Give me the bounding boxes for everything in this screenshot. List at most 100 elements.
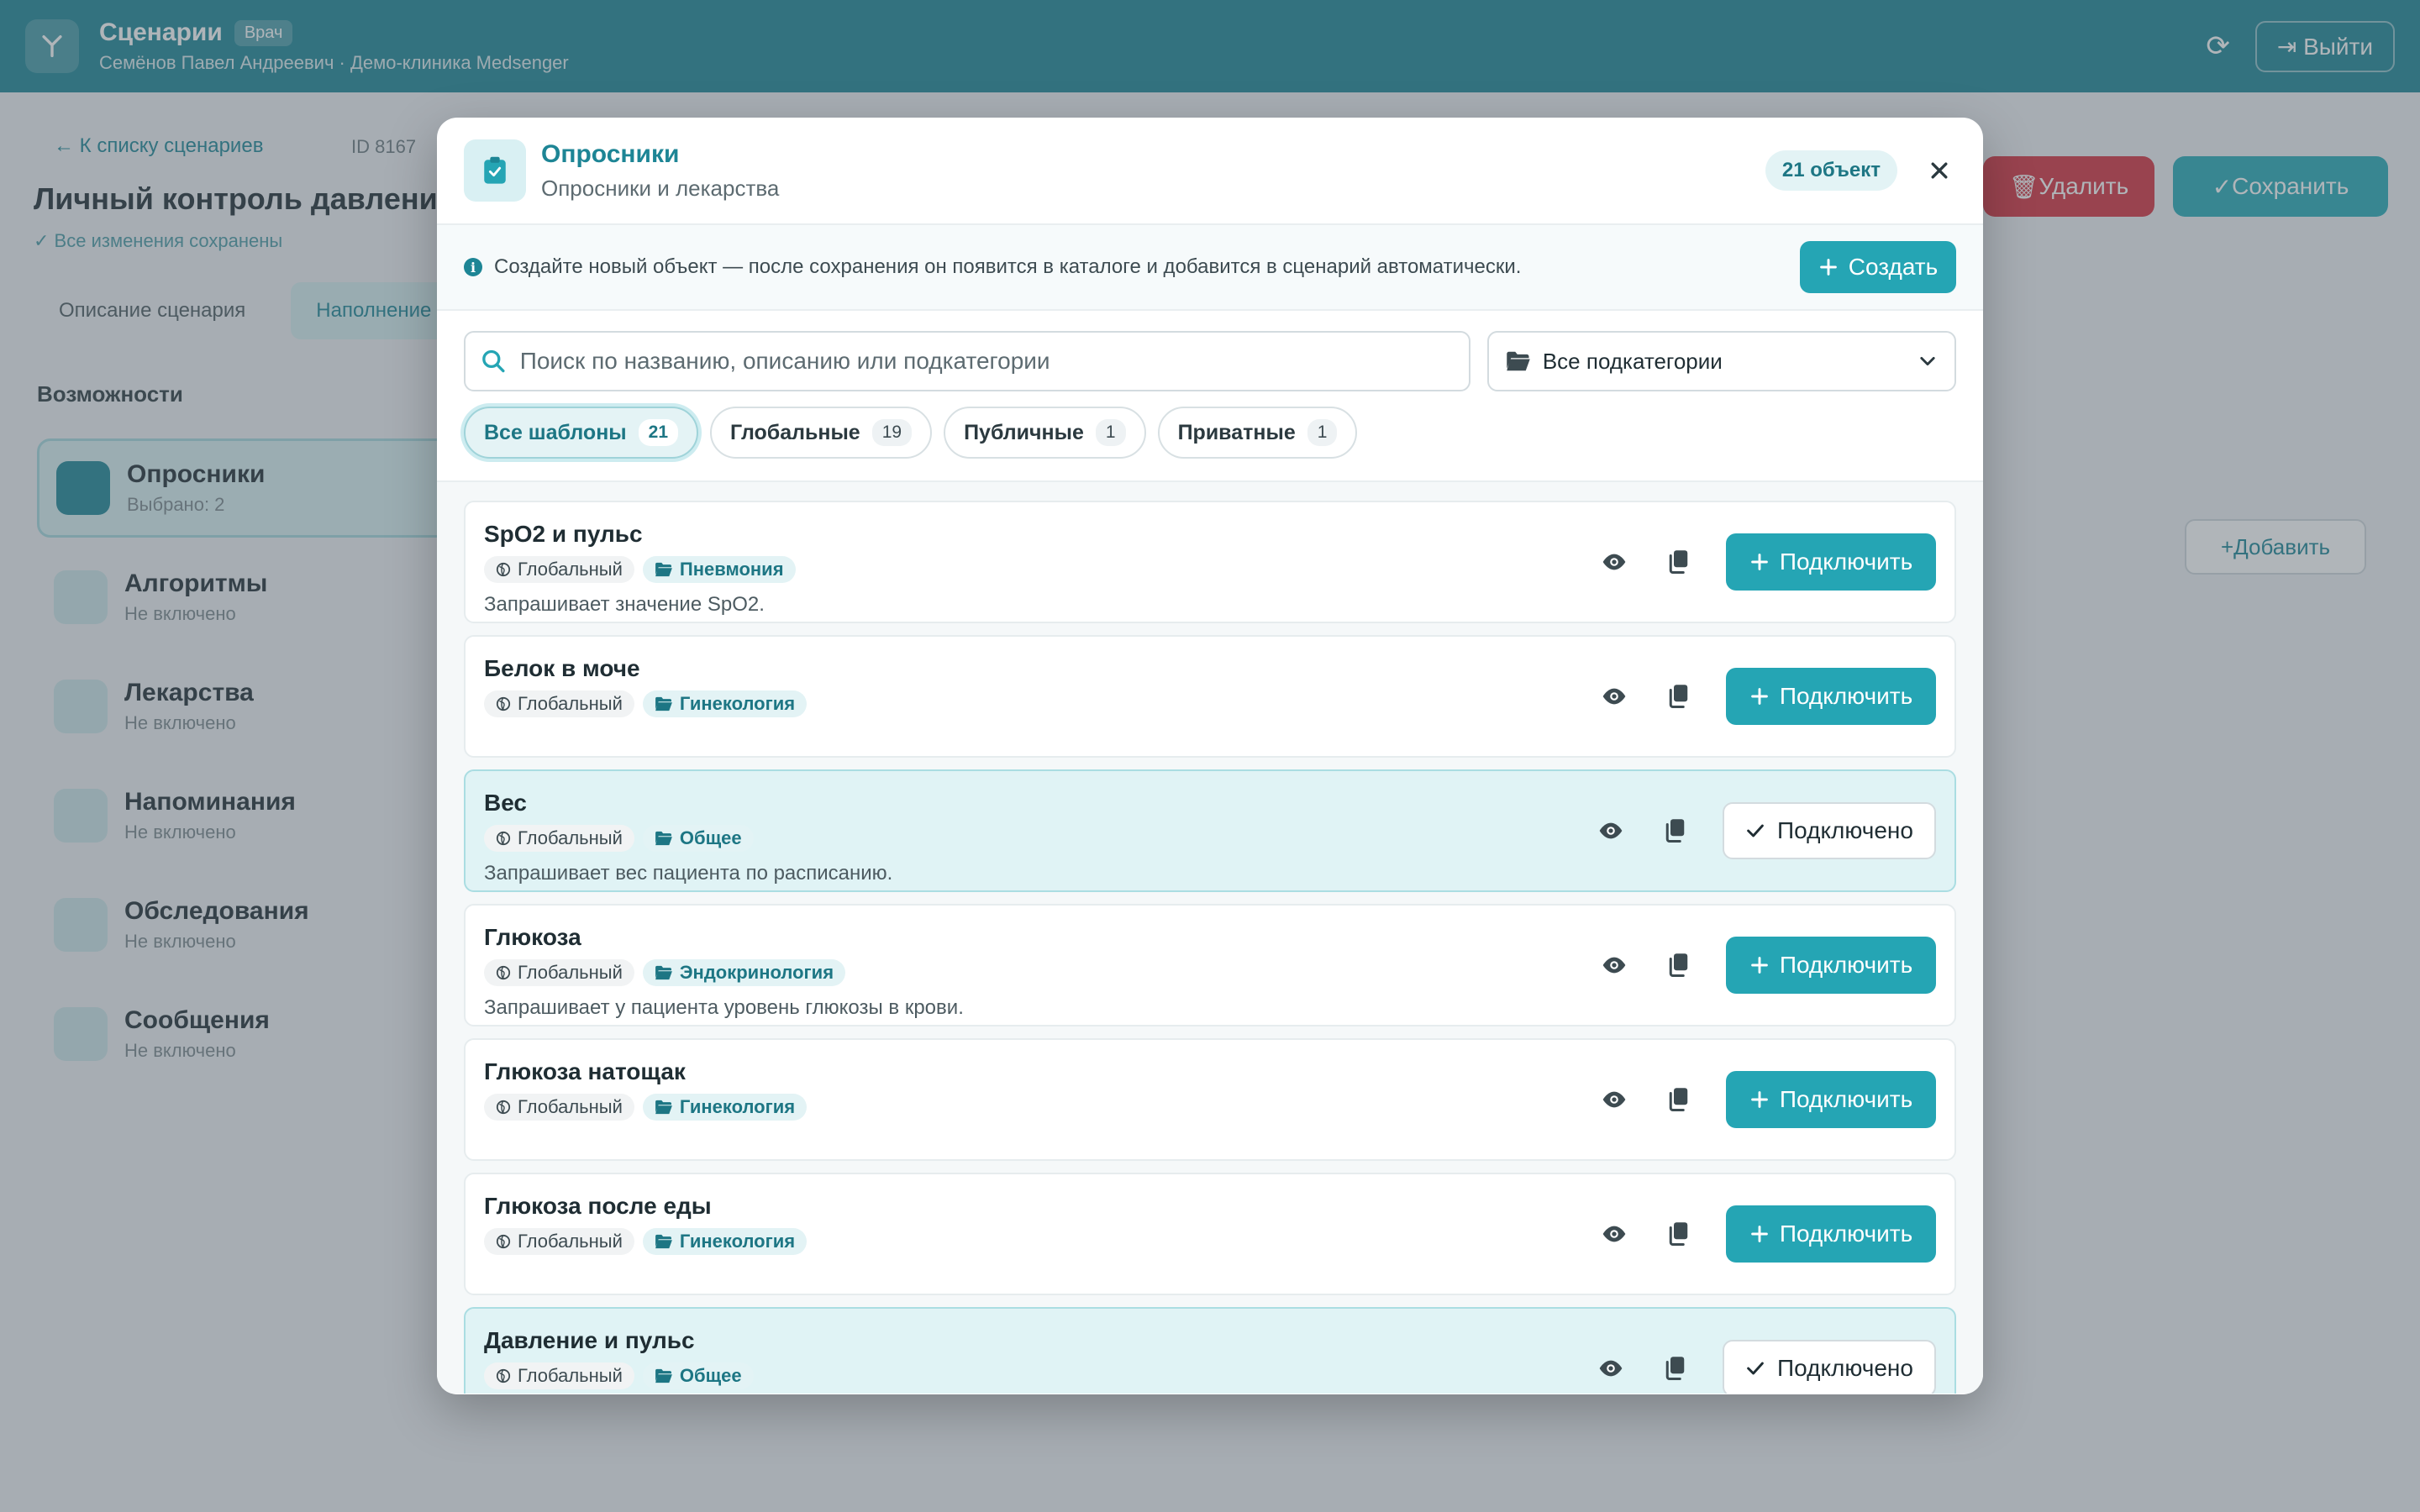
category-tag: Гинекология <box>642 1094 808 1121</box>
connect-label: Подключить <box>1779 952 1913 978</box>
copy-icon[interactable] <box>1659 1352 1691 1384</box>
chip-all-templates[interactable]: Все шаблоны 21 <box>464 407 699 459</box>
template-item-5: Глюкоза после еды Глобальный Гинекология <box>464 1173 1956 1295</box>
scope-tag: Глобальный <box>484 690 634 717</box>
connect-label: Подключить <box>1779 1086 1913 1112</box>
category-tag-label: Эндокринология <box>679 962 834 983</box>
close-icon[interactable] <box>1923 154 1956 187</box>
subcategory-select[interactable]: Все подкатегории <box>1486 331 1956 391</box>
globe-icon <box>496 1368 511 1383</box>
copy-icon[interactable] <box>1662 1218 1694 1250</box>
modal-header: Опросники Опросники и лекарства 21 объек… <box>437 118 1983 225</box>
eye-icon[interactable] <box>1598 680 1630 712</box>
connect-label: Подключить <box>1779 549 1913 575</box>
connect-button[interactable]: Подключить <box>1726 937 1936 994</box>
copy-icon[interactable] <box>1662 1084 1694 1116</box>
category-tag-label: Гинекология <box>679 693 796 714</box>
connect-label: Подключить <box>1779 1221 1913 1247</box>
chip-count: 21 <box>638 419 679 446</box>
chevron-down-icon <box>1920 356 1935 366</box>
globe-icon <box>496 1234 511 1249</box>
scope-tag: Глобальный <box>484 1362 634 1389</box>
search-box[interactable] <box>464 331 1470 391</box>
objects-count-badge: 21 объект <box>1765 150 1897 191</box>
category-tag-label: Общее <box>679 1365 742 1386</box>
plus-icon <box>1750 688 1768 705</box>
create-button[interactable]: Создать <box>1800 241 1956 293</box>
globe-icon <box>496 965 511 980</box>
plus-icon <box>1750 1226 1768 1242</box>
chip-private[interactable]: Приватные 1 <box>1157 407 1358 459</box>
folder-open-icon <box>655 1234 672 1249</box>
plus-icon <box>1750 554 1768 570</box>
eye-icon[interactable] <box>1598 1084 1630 1116</box>
template-item-1: Белок в моче Глобальный Гинекология Подк… <box>464 635 1956 758</box>
folder-open-icon <box>655 965 672 980</box>
category-tag-label: Пневмония <box>679 559 784 580</box>
connect-button[interactable]: Подключить <box>1726 533 1936 591</box>
connect-button[interactable]: Подключить <box>1726 1205 1936 1263</box>
scope-tag: Глобальный <box>484 556 634 583</box>
template-item-6: Давление и пульс Глобальный Общее Подклю… <box>464 1307 1956 1394</box>
scope-tag-label: Глобальный <box>518 1096 623 1117</box>
template-description: Запрашивает вес пациента по расписанию. <box>484 862 893 885</box>
scope-tag-label: Глобальный <box>518 827 623 848</box>
chip-global[interactable]: Глобальные 19 <box>710 407 933 459</box>
create-info-bar: i Создайте новый объект — после сохранен… <box>437 225 1983 311</box>
connected-label: Подключено <box>1777 1355 1913 1381</box>
category-tag: Гинекология <box>642 1228 808 1255</box>
template-name: Глюкоза после еды <box>484 1193 712 1219</box>
plus-icon <box>1750 957 1768 974</box>
category-tag: Гинекология <box>642 690 808 717</box>
folder-open-icon <box>655 1368 672 1383</box>
globe-icon <box>496 831 511 846</box>
globe-icon <box>496 696 511 711</box>
scope-tag: Глобальный <box>484 1094 634 1121</box>
scope-tag-label: Глобальный <box>518 1231 623 1252</box>
eye-icon[interactable] <box>1595 815 1627 847</box>
search-input[interactable] <box>519 348 1454 375</box>
connected-button[interactable]: Подключено <box>1723 1340 1936 1394</box>
globe-icon <box>496 562 511 577</box>
eye-icon[interactable] <box>1598 949 1630 981</box>
eye-icon[interactable] <box>1595 1352 1627 1384</box>
modal-title: Опросники <box>541 139 680 168</box>
connect-button[interactable]: Подключить <box>1726 1071 1936 1128</box>
chip-label: Глобальные <box>730 420 860 444</box>
create-label: Создать <box>1848 254 1939 280</box>
scope-tag: Глобальный <box>484 959 634 986</box>
category-tag-label: Гинекология <box>679 1096 796 1117</box>
eye-icon[interactable] <box>1598 1218 1630 1250</box>
template-item-0: SpO2 и пульс Глобальный Пневмония Запраш… <box>464 501 1956 623</box>
scope-tag-label: Глобальный <box>518 693 623 714</box>
category-tag: Пневмония <box>642 556 796 583</box>
scope-tag-label: Глобальный <box>518 559 623 580</box>
chip-count: 1 <box>1307 419 1338 446</box>
clipboard-check-icon <box>464 139 526 202</box>
globe-icon <box>496 1100 511 1115</box>
template-name: SpO2 и пульс <box>484 521 643 547</box>
folder-open-icon <box>655 696 672 711</box>
info-icon: i <box>464 258 482 276</box>
connected-button[interactable]: Подключено <box>1723 802 1936 859</box>
copy-icon[interactable] <box>1662 546 1694 578</box>
folder-open-icon <box>1507 351 1530 371</box>
folder-open-icon <box>655 831 672 846</box>
chip-public[interactable]: Публичные 1 <box>944 407 1146 459</box>
eye-icon[interactable] <box>1598 546 1630 578</box>
copy-icon[interactable] <box>1659 815 1691 847</box>
check-icon <box>1747 824 1764 837</box>
connect-button[interactable]: Подключить <box>1726 668 1936 725</box>
chip-label: Все шаблоны <box>484 420 627 444</box>
plus-icon <box>1750 1091 1768 1108</box>
plus-icon <box>1819 259 1837 276</box>
template-item-4: Глюкоза натощак Глобальный Гинекология П… <box>464 1038 1956 1161</box>
subcategory-select-value: Все подкатегории <box>1542 348 1723 374</box>
template-name: Глюкоза натощак <box>484 1058 686 1084</box>
chip-label: Публичные <box>964 420 1084 444</box>
category-tag: Эндокринология <box>642 959 846 986</box>
copy-icon[interactable] <box>1662 680 1694 712</box>
template-description: Запрашивает у пациента уровень глюкозы в… <box>484 996 964 1019</box>
copy-icon[interactable] <box>1662 949 1694 981</box>
template-name: Вес <box>484 790 527 816</box>
